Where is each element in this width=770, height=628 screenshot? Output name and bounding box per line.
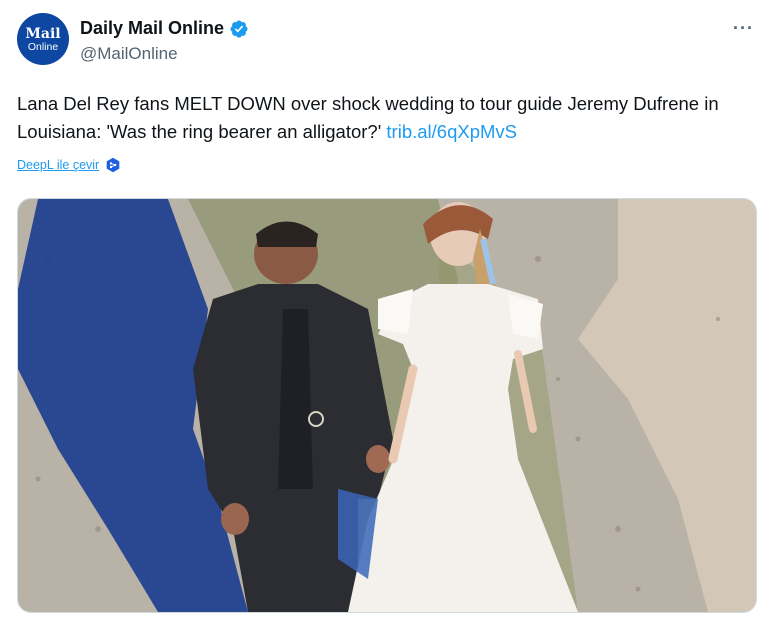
- deepl-icon: [106, 157, 120, 173]
- verified-badge-icon: [230, 19, 248, 38]
- tweet-body: Lana Del Rey fans MELT DOWN over shock w…: [17, 93, 719, 142]
- translate-row: DeepL ile çevir: [17, 157, 121, 173]
- author-handle[interactable]: @MailOnline: [80, 44, 178, 64]
- author-name-row: Daily Mail Online: [80, 18, 249, 39]
- tweet-photo[interactable]: [17, 198, 757, 613]
- translate-link[interactable]: DeepL ile çevir: [17, 158, 99, 172]
- author-display-name[interactable]: Daily Mail Online: [80, 18, 224, 39]
- avatar-text-line2: Online: [27, 40, 59, 53]
- avatar[interactable]: Mail Online: [17, 13, 69, 65]
- photo-image: [18, 199, 756, 612]
- more-options-icon[interactable]: ···: [733, 18, 754, 39]
- tweet-text: Lana Del Rey fans MELT DOWN over shock w…: [17, 90, 757, 146]
- tweet-link[interactable]: trib.al/6qXpMvS: [386, 121, 517, 142]
- tweet-card: Mail Online Daily Mail Online @MailOnlin…: [0, 0, 770, 628]
- avatar-text-line1: Mail: [25, 25, 61, 42]
